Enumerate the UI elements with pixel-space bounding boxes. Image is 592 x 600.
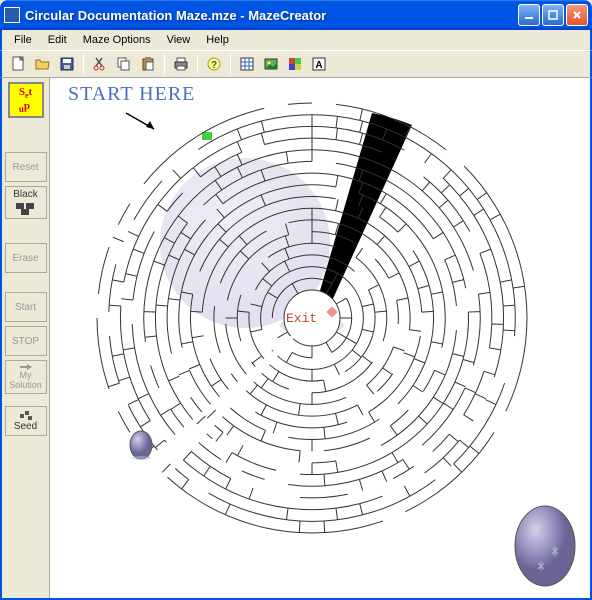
- help-button[interactable]: ?: [203, 53, 225, 75]
- easter-egg-large-icon: [510, 498, 580, 588]
- sidebar: Setup Reset Black Erase Start STOP MySol…: [2, 78, 50, 598]
- colors-button[interactable]: [284, 53, 306, 75]
- text-button[interactable]: A: [308, 53, 330, 75]
- seed-button[interactable]: Seed: [5, 406, 47, 436]
- maze-canvas[interactable]: START HERE: [50, 78, 590, 598]
- paste-icon: [140, 56, 156, 72]
- menu-file[interactable]: File: [6, 32, 40, 48]
- seed-icon: [18, 409, 34, 421]
- erase-label: Erase: [12, 253, 38, 264]
- cut-icon: [92, 56, 108, 72]
- maximize-button[interactable]: [542, 4, 564, 26]
- circular-maze: [50, 78, 590, 598]
- close-button[interactable]: [566, 4, 588, 26]
- window-controls: [518, 4, 588, 26]
- toolbar-separator: [83, 54, 84, 74]
- start-label: Start: [15, 302, 36, 313]
- toolbar: ? A: [0, 50, 592, 78]
- grid-button[interactable]: [236, 53, 258, 75]
- minimize-button[interactable]: [518, 4, 540, 26]
- title-bar: Circular Documentation Maze.mze - MazeCr…: [0, 0, 592, 30]
- setup-label: Setup: [19, 86, 32, 114]
- help-icon: ?: [206, 56, 222, 72]
- grid-icon: [239, 56, 255, 72]
- cut-button[interactable]: [89, 53, 111, 75]
- image-button[interactable]: [260, 53, 282, 75]
- svg-text:A: A: [315, 60, 322, 71]
- colors-icon: [287, 56, 303, 72]
- black-label: Black: [13, 189, 37, 200]
- stop-button[interactable]: STOP: [5, 326, 47, 356]
- my-solution-label: MySolution: [9, 371, 42, 391]
- toolbar-separator: [164, 54, 165, 74]
- my-solution-button[interactable]: MySolution: [5, 360, 47, 394]
- start-button[interactable]: Start: [5, 292, 47, 322]
- easter-egg-small-icon: [128, 428, 154, 460]
- menu-help[interactable]: Help: [198, 32, 237, 48]
- stop-label: STOP: [12, 336, 39, 347]
- reset-label: Reset: [12, 162, 38, 173]
- save-button[interactable]: [56, 53, 78, 75]
- setup-button[interactable]: Setup: [8, 82, 44, 118]
- new-button[interactable]: [8, 53, 30, 75]
- open-button[interactable]: [32, 53, 54, 75]
- erase-button[interactable]: Erase: [5, 243, 47, 273]
- open-icon: [35, 56, 51, 72]
- copy-icon: [116, 56, 132, 72]
- window-title: Circular Documentation Maze.mze - MazeCr…: [25, 8, 518, 23]
- menu-view[interactable]: View: [159, 32, 199, 48]
- print-icon: [173, 56, 189, 72]
- image-icon: [263, 56, 279, 72]
- black-button[interactable]: Black: [5, 186, 47, 219]
- toolbar-separator: [197, 54, 198, 74]
- seed-label: Seed: [14, 421, 37, 432]
- toolbar-separator: [230, 54, 231, 74]
- text-icon: A: [311, 56, 327, 72]
- black-swatch-icon: [14, 202, 38, 216]
- reset-button[interactable]: Reset: [5, 152, 47, 182]
- menu-edit[interactable]: Edit: [40, 32, 75, 48]
- content-area: Setup Reset Black Erase Start STOP MySol…: [0, 78, 592, 600]
- svg-text:?: ?: [211, 60, 217, 71]
- paste-button[interactable]: [137, 53, 159, 75]
- menu-bar: File Edit Maze Options View Help: [0, 30, 592, 50]
- copy-button[interactable]: [113, 53, 135, 75]
- app-icon: [4, 7, 20, 23]
- save-icon: [59, 56, 75, 72]
- exit-label: Exit: [286, 311, 317, 326]
- menu-maze-options[interactable]: Maze Options: [75, 32, 159, 48]
- print-button[interactable]: [170, 53, 192, 75]
- new-icon: [11, 56, 27, 72]
